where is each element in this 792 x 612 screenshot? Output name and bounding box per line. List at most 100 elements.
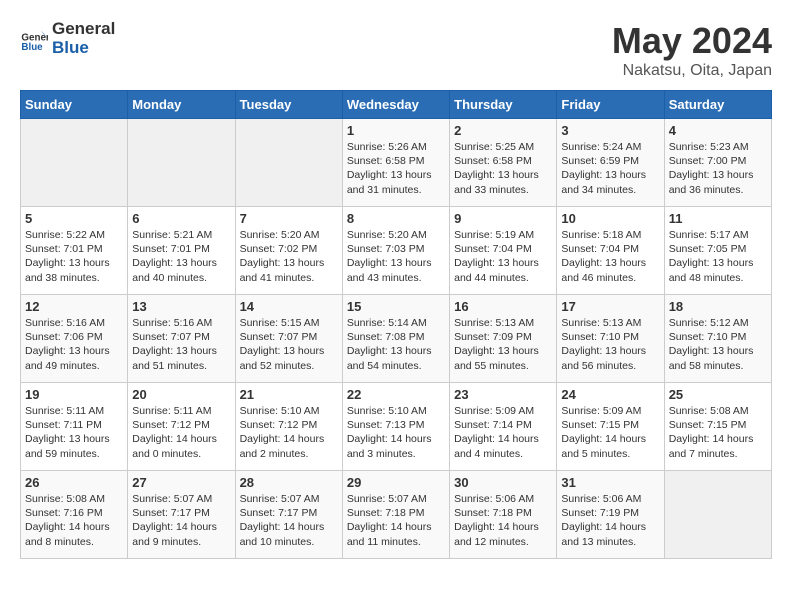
day-info-line: Sunset: 7:18 PM — [347, 506, 445, 520]
day-info-line: Sunset: 7:18 PM — [454, 506, 552, 520]
day-info-line: Sunrise: 5:26 AM — [347, 140, 445, 154]
day-cell — [235, 119, 342, 207]
day-info-line: Daylight: 14 hours and 11 minutes. — [347, 520, 445, 548]
day-number: 9 — [454, 211, 552, 226]
header-cell-saturday: Saturday — [664, 91, 771, 119]
day-info-line: Sunset: 7:12 PM — [132, 418, 230, 432]
day-info-line: Sunset: 7:14 PM — [454, 418, 552, 432]
header-cell-sunday: Sunday — [21, 91, 128, 119]
day-info-line: Sunrise: 5:16 AM — [132, 316, 230, 330]
day-info-line: Daylight: 13 hours and 55 minutes. — [454, 344, 552, 372]
day-info-line: Sunrise: 5:09 AM — [561, 404, 659, 418]
day-info-line: Daylight: 13 hours and 41 minutes. — [240, 256, 338, 284]
calendar-subtitle: Nakatsu, Oita, Japan — [612, 62, 772, 80]
day-info-line: Sunset: 7:19 PM — [561, 506, 659, 520]
day-info-line: Sunrise: 5:13 AM — [454, 316, 552, 330]
day-number: 25 — [669, 387, 767, 402]
day-number: 23 — [454, 387, 552, 402]
week-row-1: 1Sunrise: 5:26 AMSunset: 6:58 PMDaylight… — [21, 119, 772, 207]
day-info-line: Daylight: 13 hours and 58 minutes. — [669, 344, 767, 372]
day-cell: 21Sunrise: 5:10 AMSunset: 7:12 PMDayligh… — [235, 383, 342, 471]
day-number: 22 — [347, 387, 445, 402]
day-info-line: Sunrise: 5:25 AM — [454, 140, 552, 154]
day-info-line: Daylight: 13 hours and 38 minutes. — [25, 256, 123, 284]
day-number: 29 — [347, 475, 445, 490]
day-info-line: Sunrise: 5:10 AM — [240, 404, 338, 418]
day-info-line: Daylight: 13 hours and 59 minutes. — [25, 432, 123, 460]
day-info-line: Daylight: 14 hours and 0 minutes. — [132, 432, 230, 460]
day-info-line: Daylight: 13 hours and 31 minutes. — [347, 168, 445, 196]
page-header: General Blue General Blue May 2024 Nakat… — [20, 20, 772, 80]
day-info-line: Daylight: 14 hours and 4 minutes. — [454, 432, 552, 460]
day-cell: 29Sunrise: 5:07 AMSunset: 7:18 PMDayligh… — [342, 471, 449, 559]
title-block: May 2024 Nakatsu, Oita, Japan — [612, 20, 772, 80]
week-row-5: 26Sunrise: 5:08 AMSunset: 7:16 PMDayligh… — [21, 471, 772, 559]
day-info-line: Daylight: 14 hours and 9 minutes. — [132, 520, 230, 548]
header-cell-tuesday: Tuesday — [235, 91, 342, 119]
day-number: 17 — [561, 299, 659, 314]
day-cell: 23Sunrise: 5:09 AMSunset: 7:14 PMDayligh… — [450, 383, 557, 471]
day-cell: 22Sunrise: 5:10 AMSunset: 7:13 PMDayligh… — [342, 383, 449, 471]
day-info-line: Sunset: 6:59 PM — [561, 154, 659, 168]
day-info-line: Sunset: 7:17 PM — [132, 506, 230, 520]
day-info-line: Sunrise: 5:23 AM — [669, 140, 767, 154]
day-info-line: Sunrise: 5:11 AM — [25, 404, 123, 418]
day-cell: 13Sunrise: 5:16 AMSunset: 7:07 PMDayligh… — [128, 295, 235, 383]
day-number: 31 — [561, 475, 659, 490]
week-row-2: 5Sunrise: 5:22 AMSunset: 7:01 PMDaylight… — [21, 207, 772, 295]
day-cell: 18Sunrise: 5:12 AMSunset: 7:10 PMDayligh… — [664, 295, 771, 383]
day-cell: 30 Sunrise: 5:06 AMSunset: 7:18 PMDayligh… — [450, 471, 557, 559]
day-info-line: Sunset: 7:04 PM — [561, 242, 659, 256]
day-number: 16 — [454, 299, 552, 314]
day-info-line: Daylight: 13 hours and 51 minutes. — [132, 344, 230, 372]
day-info-line: Sunset: 6:58 PM — [347, 154, 445, 168]
day-number: 1 — [347, 123, 445, 138]
day-number: 15 — [347, 299, 445, 314]
day-number: 3 — [561, 123, 659, 138]
day-info-line: Sunrise: 5:06 AM — [454, 492, 552, 506]
day-number: 26 — [25, 475, 123, 490]
day-info-line: Sunrise: 5:12 AM — [669, 316, 767, 330]
day-number: 5 — [25, 211, 123, 226]
day-info-line: Daylight: 13 hours and 40 minutes. — [132, 256, 230, 284]
day-info-line: Sunset: 7:04 PM — [454, 242, 552, 256]
day-cell: 10Sunrise: 5:18 AMSunset: 7:04 PMDayligh… — [557, 207, 664, 295]
day-cell: 25Sunrise: 5:08 AMSunset: 7:15 PMDayligh… — [664, 383, 771, 471]
day-number: 7 — [240, 211, 338, 226]
logo: General Blue General Blue — [20, 20, 115, 57]
day-info-line: Daylight: 13 hours and 36 minutes. — [669, 168, 767, 196]
day-info-line: Sunrise: 5:22 AM — [25, 228, 123, 242]
day-cell: 16Sunrise: 5:13 AMSunset: 7:09 PMDayligh… — [450, 295, 557, 383]
day-cell: 27Sunrise: 5:07 AMSunset: 7:17 PMDayligh… — [128, 471, 235, 559]
day-info-line: Sunset: 7:01 PM — [25, 242, 123, 256]
day-info-line: Sunset: 7:15 PM — [669, 418, 767, 432]
day-number: 30 — [454, 475, 552, 490]
day-info-line: Sunrise: 5:17 AM — [669, 228, 767, 242]
day-cell: 12Sunrise: 5:16 AMSunset: 7:06 PMDayligh… — [21, 295, 128, 383]
day-cell: 4Sunrise: 5:23 AMSunset: 7:00 PMDaylight… — [664, 119, 771, 207]
day-cell: 26Sunrise: 5:08 AMSunset: 7:16 PMDayligh… — [21, 471, 128, 559]
day-number: 12 — [25, 299, 123, 314]
day-cell: 5 Sunrise: 5:22 AMSunset: 7:01 PMDaylight… — [21, 207, 128, 295]
day-cell — [21, 119, 128, 207]
day-info-line: Sunrise: 5:20 AM — [240, 228, 338, 242]
day-info-line: Daylight: 14 hours and 5 minutes. — [561, 432, 659, 460]
calendar-header: SundayMondayTuesdayWednesdayThursdayFrid… — [21, 91, 772, 119]
day-cell: 17Sunrise: 5:13 AMSunset: 7:10 PMDayligh… — [557, 295, 664, 383]
day-info-line: Daylight: 13 hours and 48 minutes. — [669, 256, 767, 284]
day-number: 20 — [132, 387, 230, 402]
day-info-line: Sunset: 7:11 PM — [25, 418, 123, 432]
day-info-line: Sunrise: 5:19 AM — [454, 228, 552, 242]
day-number: 2 — [454, 123, 552, 138]
day-info-line: Daylight: 13 hours and 44 minutes. — [454, 256, 552, 284]
day-number: 14 — [240, 299, 338, 314]
day-info-line: Daylight: 13 hours and 56 minutes. — [561, 344, 659, 372]
day-info-line: Sunset: 7:10 PM — [561, 330, 659, 344]
day-cell — [128, 119, 235, 207]
day-info-line: Sunset: 7:02 PM — [240, 242, 338, 256]
day-info-line: Sunrise: 5:10 AM — [347, 404, 445, 418]
day-info-line: Daylight: 14 hours and 12 minutes. — [454, 520, 552, 548]
day-info-line: Sunset: 7:16 PM — [25, 506, 123, 520]
calendar-table: SundayMondayTuesdayWednesdayThursdayFrid… — [20, 90, 772, 559]
day-cell: 2Sunrise: 5:25 AMSunset: 6:58 PMDaylight… — [450, 119, 557, 207]
